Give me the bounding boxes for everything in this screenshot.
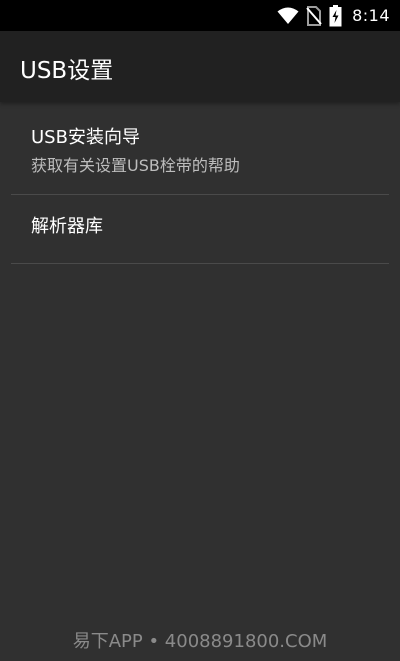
no-sim-icon xyxy=(306,5,322,26)
battery-charging-icon xyxy=(329,4,342,27)
pref-usb-setup-wizard[interactable]: USB安装向导 获取有关设置USB栓带的帮助 xyxy=(11,102,389,195)
pref-title: 解析器库 xyxy=(31,216,103,237)
status-icons: 8:14 xyxy=(277,0,390,31)
status-bar: 8:14 xyxy=(0,0,400,31)
pref-title: USB安装向导 xyxy=(31,127,140,148)
app-bar: USB设置 xyxy=(0,31,400,102)
pref-parser-library[interactable]: 解析器库 xyxy=(11,195,389,264)
pref-summary: 获取有关设置USB栓带的帮助 xyxy=(31,156,240,175)
wifi-icon xyxy=(277,7,299,25)
status-clock: 8:14 xyxy=(352,6,390,25)
preference-list: USB安装向导 获取有关设置USB栓带的帮助 解析器库 xyxy=(0,102,400,264)
watermark: 易下APP • 4008891800.COM xyxy=(72,631,328,652)
settings-screen: 8:14 USB设置 USB安装向导 获取有关设置USB栓带的帮助 解析器库 易… xyxy=(0,0,400,661)
page-title: USB设置 xyxy=(20,58,114,84)
